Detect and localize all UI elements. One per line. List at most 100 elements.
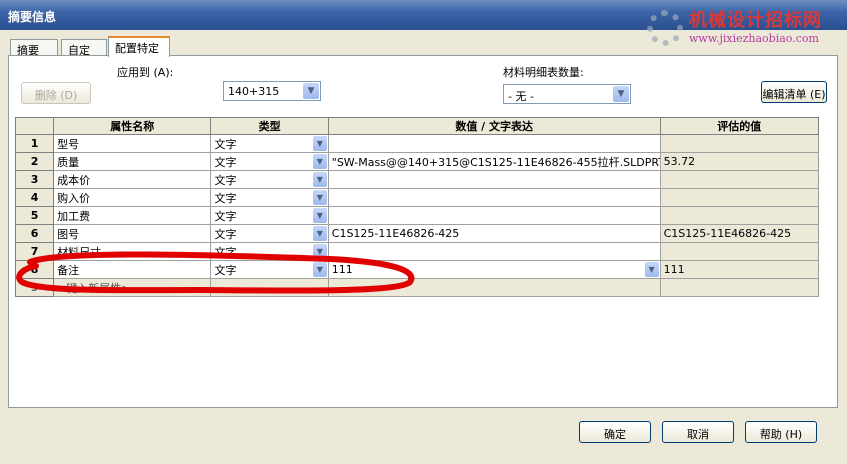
property-name-cell-text: <键入新属性> — [57, 281, 131, 295]
eval-cell: 53.72 — [659, 152, 820, 171]
chevron-down-icon[interactable]: ▼ — [312, 244, 327, 259]
eval-cell — [659, 206, 820, 225]
chevron-down-icon[interactable]: ▼ — [303, 83, 319, 99]
tab-config-specific[interactable]: 配置特定 — [108, 36, 170, 57]
chevron-down-icon[interactable]: ▼ — [613, 86, 629, 102]
row-number-text: 5 — [30, 209, 39, 222]
chevron-down-icon[interactable]: ▼ — [312, 172, 327, 187]
type-cell-text: 文字 — [214, 209, 237, 223]
value-cell[interactable] — [327, 170, 661, 189]
row-number: 7 — [14, 242, 55, 261]
row-number: 4 — [14, 188, 55, 207]
type-cell[interactable]: 文字 ▼ — [210, 206, 329, 225]
value-cell[interactable] — [327, 278, 661, 297]
property-name-cell-text: 型号 — [57, 137, 80, 151]
property-name-cell[interactable]: 材料尺寸 — [53, 242, 212, 261]
edit-list-button[interactable]: 编辑清单 (E) — [761, 81, 827, 103]
row-number-text: 2 — [30, 155, 39, 168]
chevron-down-icon[interactable]: ▼ — [312, 136, 327, 151]
type-cell-text: 文字 — [214, 137, 237, 151]
row-number-text: 6 — [30, 227, 39, 240]
col-header-type: 类型 — [210, 117, 329, 135]
type-cell[interactable]: 文字 ▼ — [210, 260, 329, 279]
value-cell-text: 111 — [331, 263, 353, 276]
type-cell[interactable]: 文字 ▼ — [210, 242, 329, 261]
ok-button[interactable]: 确定 — [579, 421, 651, 443]
type-cell-text: 文字 — [214, 173, 237, 187]
table-row[interactable]: 4 购入价 文字 ▼ — [14, 188, 820, 207]
eval-cell: 111 — [659, 260, 820, 279]
row-number: 2 — [14, 152, 55, 171]
type-cell[interactable] — [210, 278, 329, 297]
row-number-text: 8 — [30, 263, 39, 276]
property-name-cell-text: 备注 — [57, 263, 80, 277]
property-name-cell[interactable]: 成本价 — [53, 170, 212, 189]
bom-qty-label: 材料明细表数量: — [503, 66, 584, 79]
value-cell[interactable] — [327, 242, 661, 261]
table-row[interactable]: 8 备注 文字 ▼ 111 ▼ 111 — [14, 260, 820, 279]
row-number-text: 9 — [30, 281, 39, 294]
table-row[interactable]: 6 图号 文字 ▼ C1S125-11E46826-425 C1S125-11E46826… — [14, 224, 820, 243]
col-header-value: 数值 / 文字表达 — [327, 117, 661, 135]
table-row[interactable]: 5 加工费 文字 ▼ — [14, 206, 820, 225]
type-cell[interactable]: 文字 ▼ — [210, 152, 329, 171]
bom-qty-value: - 无 - — [508, 90, 534, 103]
watermark-logo: 机械设计招标网 www.jixiezhaobiao.com — [639, 2, 839, 52]
table-row[interactable]: 2 质量 文字 ▼ "SW-Mass@@140+315@C1S125-11E46826-… — [14, 152, 820, 171]
row-number-text: 3 — [30, 173, 39, 186]
value-cell-text: C1S125-11E46826-425 — [331, 227, 460, 240]
row-number-text: 1 — [30, 137, 39, 150]
table-row[interactable]: 9 <键入新属性> — [14, 278, 820, 297]
property-name-cell[interactable]: 图号 — [53, 224, 212, 243]
chevron-down-icon[interactable]: ▼ — [312, 208, 327, 223]
eval-cell: C1S125-11E46826-425 — [659, 224, 820, 243]
value-cell-text: "SW-Mass@@140+315@C1S125-11E46826-455拉杆.… — [331, 155, 661, 169]
eval-cell-text: 111 — [663, 263, 685, 276]
value-cell[interactable]: "SW-Mass@@140+315@C1S125-11E46826-455拉杆.… — [327, 152, 661, 171]
type-cell-text: 文字 — [214, 245, 237, 259]
table-row[interactable]: 7 材料尺寸 文字 ▼ — [14, 242, 820, 261]
type-cell-text: 文字 — [214, 155, 237, 169]
gear-icon — [647, 10, 683, 46]
table-row[interactable]: 1 型号 文字 ▼ — [14, 134, 820, 153]
apply-to-label: 应用到 (A): — [117, 66, 174, 79]
value-cell[interactable] — [327, 206, 661, 225]
cancel-button[interactable]: 取消 — [662, 421, 734, 443]
config-specific-panel: 应用到 (A): 删除 (D) 140+315 ▼ 材料明细表数量: - 无 -… — [8, 55, 838, 408]
property-name-cell[interactable]: 备注 — [53, 260, 212, 279]
property-name-cell[interactable]: 型号 — [53, 134, 212, 153]
bom-qty-combo[interactable]: - 无 - ▼ — [503, 84, 631, 104]
table-header-row: 属性名称 类型 数值 / 文字表达 评估的值 — [14, 117, 820, 135]
window-title: 摘要信息 — [8, 10, 57, 24]
property-name-cell-text: 成本价 — [57, 173, 91, 187]
chevron-down-icon[interactable]: ▼ — [644, 262, 659, 277]
value-cell[interactable]: 111 ▼ — [327, 260, 661, 279]
table-row[interactable]: 3 成本价 文字 ▼ — [14, 170, 820, 189]
delete-button[interactable]: 删除 (D) — [21, 82, 91, 104]
type-cell[interactable]: 文字 ▼ — [210, 188, 329, 207]
eval-cell — [659, 278, 820, 297]
row-number-text: 7 — [30, 245, 39, 258]
help-button[interactable]: 帮助 (H) — [745, 421, 817, 443]
chevron-down-icon[interactable]: ▼ — [312, 226, 327, 241]
type-cell[interactable]: 文字 ▼ — [210, 134, 329, 153]
row-number: 9 — [14, 278, 55, 297]
value-cell[interactable] — [327, 188, 661, 207]
type-cell[interactable]: 文字 ▼ — [210, 170, 329, 189]
apply-to-value: 140+315 — [228, 85, 280, 98]
apply-to-combo[interactable]: 140+315 ▼ — [223, 81, 321, 101]
property-name-cell[interactable]: 质量 — [53, 152, 212, 171]
type-cell[interactable]: 文字 ▼ — [210, 224, 329, 243]
property-name-cell[interactable]: 加工费 — [53, 206, 212, 225]
value-cell[interactable] — [327, 134, 661, 153]
row-number: 8 — [14, 260, 55, 279]
property-name-cell[interactable]: 购入价 — [53, 188, 212, 207]
value-cell[interactable]: C1S125-11E46826-425 — [327, 224, 661, 243]
property-name-cell-text: 质量 — [57, 155, 80, 169]
property-name-cell[interactable]: <键入新属性> — [53, 278, 212, 297]
chevron-down-icon[interactable]: ▼ — [312, 154, 327, 169]
property-name-cell-text: 购入价 — [57, 191, 91, 205]
type-cell-text: 文字 — [214, 227, 237, 241]
chevron-down-icon[interactable]: ▼ — [312, 262, 327, 277]
chevron-down-icon[interactable]: ▼ — [312, 190, 327, 205]
